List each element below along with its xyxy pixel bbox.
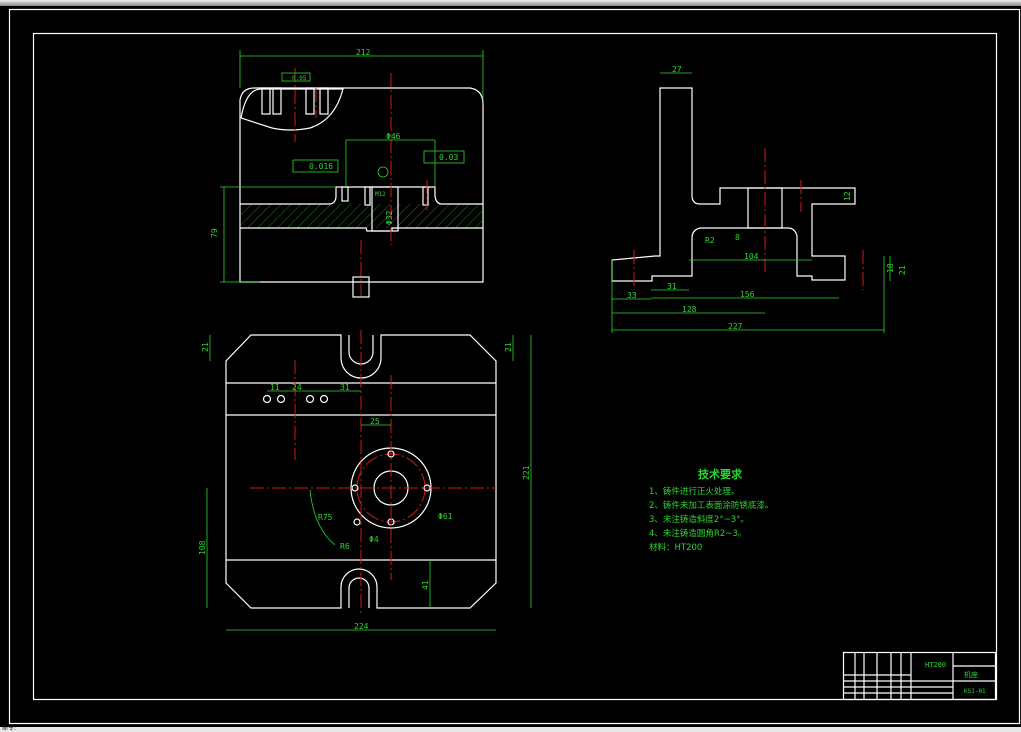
dim-arc: R75 (318, 513, 333, 522)
dim-chamfer-left: 21 (201, 342, 210, 352)
dim-pcd: Φ61 (438, 512, 453, 521)
drawing-frame (32, 32, 998, 701)
dim-rib: 27 (672, 65, 682, 74)
title-block-name: 机座 (964, 670, 978, 679)
dim-base-span: 104 (744, 252, 759, 261)
dim-chamfer-right: 21 (504, 342, 513, 352)
dim-radius: R2 (705, 236, 715, 245)
front-view: 212 79 Φ46 Φ32 0.05 0.016 0.03 M12 (210, 48, 484, 298)
side-view: 27 104 R2 8 31 33 156 128 227 18 21 12 (611, 65, 907, 333)
dim-bore: Φ46 (386, 132, 401, 141)
dim-left-height: 108 (198, 540, 207, 555)
title-block-material: HT200 (925, 661, 946, 669)
datum-symbol (377, 166, 389, 178)
dim-gap: 25 (370, 417, 380, 426)
title-block-drawing-no: KSJ-01 (964, 688, 986, 695)
dim-top-height: 221 (522, 465, 531, 480)
dim-left: 33 (627, 291, 637, 300)
dim-offset: 31 (340, 383, 350, 392)
tol-perp-2: 0.03 (439, 153, 458, 162)
dim-hole-spacing: 11 (270, 383, 280, 392)
dim-mid: 156 (740, 290, 755, 299)
dim-phi4: Φ4 (369, 535, 379, 544)
tech-req-item: 4、未注铸造圆角R2~3。 (649, 528, 746, 539)
dim-hole: M12 (375, 191, 386, 198)
dim-small: 31 (667, 282, 677, 291)
cad-drawing-canvas[interactable]: 212 79 Φ46 Φ32 0.05 0.016 0.03 M12 27 10… (0, 0, 1021, 732)
tol-perp-1: 0.016 (309, 162, 333, 171)
dim-r6: R6 (340, 542, 350, 551)
tech-req-item: 3、未注铸造斜度2°~3°。 (649, 514, 749, 525)
dim-pitch: 24 (292, 383, 302, 392)
top-view: 224 221 108 41 11 24 31 25 Φ61 R6 Φ4 R75… (198, 330, 532, 631)
tech-req-title: 技术要求 (698, 467, 743, 481)
technical-requirements: 技术要求 1、铸件进行正火处理。 2、铸件未加工表面涂防锈底漆。 3、未注铸造斜… (649, 467, 773, 553)
dim-bore-tol: Φ32 (385, 210, 394, 225)
tech-req-item: 1、铸件进行正火处理。 (649, 486, 739, 497)
dim-half: 128 (682, 305, 697, 314)
dim-total: 227 (728, 322, 743, 331)
title-block: HT200 机座 KSJ-01 (842, 651, 997, 701)
dim-right-height: 41 (421, 580, 430, 590)
dim-step: 8 (735, 233, 740, 242)
dim-width: 212 (356, 48, 371, 57)
tol-parallel: 0.05 (292, 75, 307, 82)
dim-top-width: 224 (354, 622, 369, 631)
dim-flange-2: 21 (898, 265, 907, 275)
tech-req-item: 2、铸件未加工表面涂防锈底漆。 (649, 500, 773, 511)
tech-req-material: 材料：HT200 (649, 542, 702, 553)
dim-flange: 18 (886, 263, 895, 273)
dim-height: 79 (210, 228, 219, 238)
dim-boss: 12 (843, 191, 852, 201)
sheet-border (8, 8, 1021, 725)
